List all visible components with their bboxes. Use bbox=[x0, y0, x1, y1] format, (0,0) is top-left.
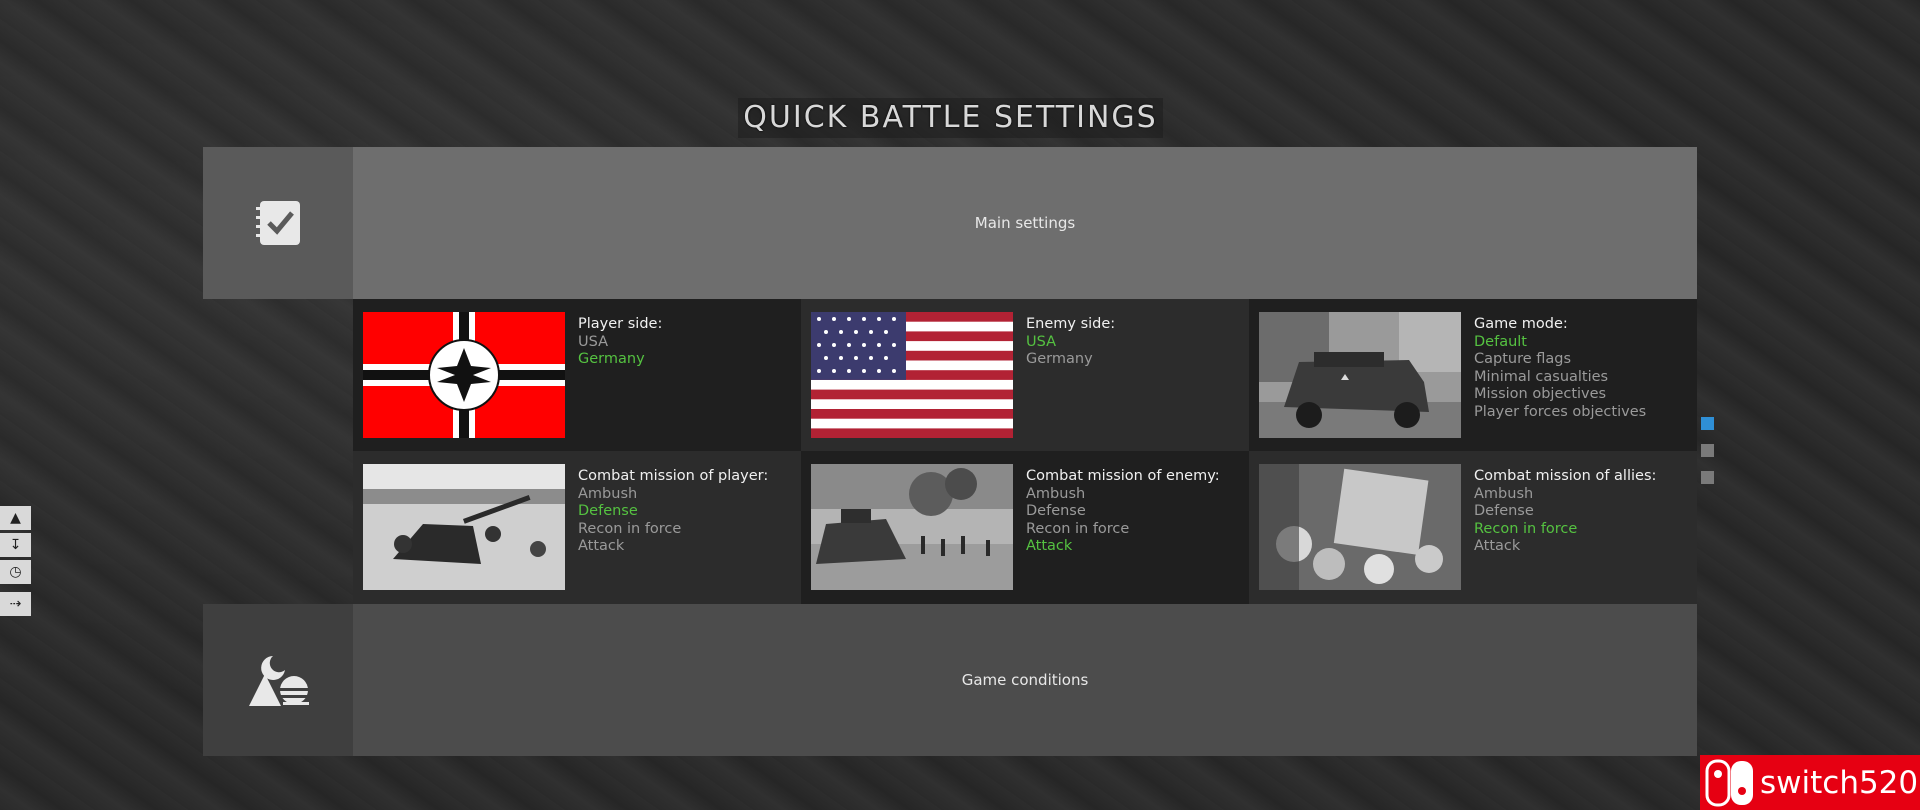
mission-allies-cell[interactable]: Combat mission of allies: Ambush Defense… bbox=[1249, 451, 1697, 604]
halftrack-photo bbox=[1259, 312, 1461, 438]
watermark-text: switch520 bbox=[1760, 764, 1919, 801]
main-settings-section[interactable]: Main settings bbox=[203, 147, 1697, 299]
main-settings-button[interactable]: Main settings bbox=[353, 147, 1697, 299]
player-side-label: Player side: bbox=[578, 316, 663, 332]
mission-allies-label: Combat mission of allies: bbox=[1474, 468, 1657, 484]
game-conditions-section[interactable]: Game conditions bbox=[203, 604, 1697, 756]
player-side-option-usa[interactable]: USA bbox=[578, 334, 662, 352]
game-mode-option-mission-objectives[interactable]: Mission objectives bbox=[1474, 386, 1646, 404]
page-dot-3[interactable] bbox=[1701, 471, 1714, 484]
us-flag bbox=[811, 312, 1013, 438]
game-conditions-button[interactable]: Game conditions bbox=[353, 604, 1697, 756]
player-side-cell[interactable]: Player side: USA Germany bbox=[353, 299, 801, 451]
mission-enemy-cell[interactable]: Combat mission of enemy: Ambush Defense … bbox=[801, 451, 1249, 604]
mission-player-option-ambush[interactable]: Ambush bbox=[578, 486, 768, 504]
main-settings-icon-box bbox=[203, 147, 353, 299]
mission-allies-option-ambush[interactable]: Ambush bbox=[1474, 486, 1656, 504]
enemy-side-option-germany[interactable]: Germany bbox=[1026, 351, 1115, 369]
game-mode-label: Game mode: bbox=[1474, 316, 1568, 332]
page-dot-1[interactable] bbox=[1701, 417, 1714, 430]
clock-icon[interactable]: ◷ bbox=[0, 560, 31, 584]
mission-allies-option-defense[interactable]: Defense bbox=[1474, 503, 1656, 521]
mission-player-label: Combat mission of player: bbox=[578, 468, 769, 484]
game-mode-option-capture-flags[interactable]: Capture flags bbox=[1474, 351, 1646, 369]
mission-player-option-recon[interactable]: Recon in force bbox=[578, 521, 768, 539]
page-dot-2[interactable] bbox=[1701, 444, 1714, 457]
mission-player-option-defense[interactable]: Defense bbox=[578, 503, 768, 521]
main-settings-label: Main settings bbox=[974, 214, 1076, 232]
switch-logo-icon bbox=[1705, 759, 1753, 806]
mission-player-option-attack[interactable]: Attack bbox=[578, 538, 768, 556]
game-mode-cell[interactable]: Game mode: Default Capture flags Minimal… bbox=[1249, 299, 1697, 451]
mission-player-cell[interactable]: Combat mission of player: Ambush Defense… bbox=[353, 451, 801, 604]
page-indicator bbox=[1701, 417, 1714, 498]
enemy-side-option-usa[interactable]: USA bbox=[1026, 334, 1115, 352]
soldiers-vehicle-photo bbox=[1259, 464, 1461, 590]
exit-icon[interactable]: ⇢ bbox=[0, 592, 31, 616]
tank-infantry-photo bbox=[811, 464, 1013, 590]
player-side-option-germany[interactable]: Germany bbox=[578, 351, 662, 369]
collapse-icon[interactable]: ↧ bbox=[0, 533, 31, 557]
mission-enemy-option-attack[interactable]: Attack bbox=[1026, 538, 1220, 556]
game-mode-option-minimal-casualties[interactable]: Minimal casualties bbox=[1474, 369, 1646, 387]
mission-enemy-option-ambush[interactable]: Ambush bbox=[1026, 486, 1220, 504]
mission-enemy-option-defense[interactable]: Defense bbox=[1026, 503, 1220, 521]
watermark: switch520 bbox=[1700, 755, 1920, 810]
german-war-flag bbox=[363, 312, 565, 438]
mission-enemy-label: Combat mission of enemy: bbox=[1026, 468, 1220, 484]
pin-icon[interactable]: ▲ bbox=[0, 506, 31, 530]
mission-allies-option-recon[interactable]: Recon in force bbox=[1474, 521, 1656, 539]
game-mode-option-default[interactable]: Default bbox=[1474, 334, 1646, 352]
landscape-moon-icon bbox=[249, 656, 311, 706]
game-conditions-icon-box bbox=[203, 604, 353, 756]
enemy-side-label: Enemy side: bbox=[1026, 316, 1116, 332]
checklist-icon bbox=[256, 201, 300, 245]
mission-allies-option-attack[interactable]: Attack bbox=[1474, 538, 1656, 556]
settings-grid: Player side: USA Germany Enemy side: USA… bbox=[353, 299, 1697, 604]
game-mode-option-player-forces-objectives[interactable]: Player forces objectives bbox=[1474, 404, 1646, 422]
game-conditions-label: Game conditions bbox=[961, 671, 1089, 689]
enemy-side-cell[interactable]: Enemy side: USA Germany bbox=[801, 299, 1249, 451]
mission-enemy-option-recon[interactable]: Recon in force bbox=[1026, 521, 1220, 539]
page-title: QUICK BATTLE SETTINGS bbox=[738, 98, 1163, 138]
side-toolbar: ▲ ↧ ◷ ⇢ bbox=[0, 506, 31, 619]
anti-tank-gun-photo bbox=[363, 464, 565, 590]
